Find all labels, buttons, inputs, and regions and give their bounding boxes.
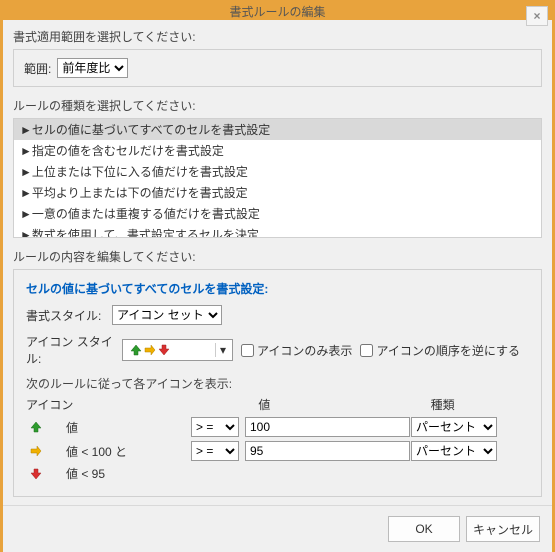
- close-icon: ×: [533, 9, 540, 23]
- ruletype-item[interactable]: ►セルの値に基づいてすべてのセルを書式設定: [14, 119, 541, 140]
- arrow-down-icon: [26, 467, 46, 481]
- scope-group: 範囲: 前年度比: [13, 49, 542, 87]
- head-icon: アイコン: [26, 396, 213, 413]
- ok-button[interactable]: OK: [388, 516, 460, 542]
- chevron-down-icon: ▾: [215, 343, 230, 357]
- dialog-footer: OK キャンセル: [3, 505, 552, 552]
- reverse-order-label: アイコンの順序を逆にする: [376, 342, 520, 359]
- range-row: 範囲: 前年度比: [24, 58, 531, 78]
- format-style-row: 書式スタイル: アイコン セット: [26, 305, 529, 325]
- ruletype-item[interactable]: ►数式を使用して、書式設定するセルを決定: [14, 224, 541, 238]
- ruletype-list[interactable]: ►セルの値に基づいてすべてのセルを書式設定 ►指定の値を含むセルだけを書式設定 …: [13, 118, 542, 238]
- content-title: セルの値に基づいてすべてのセルを書式設定:: [26, 280, 529, 297]
- icon-style-preview: [125, 343, 215, 357]
- icons-only-checkbox[interactable]: アイコンのみ表示: [241, 342, 352, 359]
- dialog-body: 書式適用範囲を選択してください: 範囲: 前年度比 ルールの種類を選択してくださ…: [3, 20, 552, 505]
- arrow-right-icon: [143, 343, 157, 357]
- arrow-up-icon: [26, 420, 46, 434]
- content-group: セルの値に基づいてすべてのセルを書式設定: 書式スタイル: アイコン セット ア…: [13, 269, 542, 497]
- icons-only-input[interactable]: [241, 344, 254, 357]
- icon-rule-row: 値 < 100 と > = パーセント: [26, 441, 529, 461]
- rule-desc: 値: [46, 419, 191, 436]
- ruletype-item[interactable]: ►指定の値を含むセルだけを書式設定: [14, 140, 541, 161]
- operator-select[interactable]: > =: [191, 417, 239, 437]
- range-label: 範囲:: [24, 60, 51, 77]
- type-select[interactable]: パーセント: [411, 441, 497, 461]
- icon-style-row: アイコン スタイル: ▾ アイコンのみ表示 アイコンの順序: [26, 333, 529, 367]
- dialog: 書式ルールの編集 × 書式適用範囲を選択してください: 範囲: 前年度比 ルール…: [3, 3, 552, 529]
- value-input[interactable]: [245, 417, 410, 437]
- rule-desc: 値 < 95: [46, 465, 191, 482]
- scope-label: 書式適用範囲を選択してください:: [13, 28, 542, 45]
- icons-only-label: アイコンのみ表示: [257, 342, 352, 359]
- rules-desc-label: 次のルールに従って各アイコンを表示:: [26, 375, 529, 392]
- head-value: 値: [258, 396, 430, 413]
- icon-style-label: アイコン スタイル:: [26, 333, 122, 367]
- reverse-order-input[interactable]: [360, 344, 373, 357]
- arrow-right-icon: [26, 444, 46, 458]
- arrow-down-icon: [157, 343, 171, 357]
- icon-style-select[interactable]: ▾: [122, 339, 233, 361]
- cancel-button[interactable]: キャンセル: [466, 516, 540, 542]
- ruletype-label: ルールの種類を選択してください:: [13, 97, 542, 114]
- operator-select[interactable]: > =: [191, 441, 239, 461]
- icon-rule-row: 値 < 95: [26, 465, 529, 482]
- icon-table-header: アイコン 値 種類: [26, 396, 529, 413]
- dialog-title: 書式ルールの編集: [229, 3, 325, 20]
- rule-desc: 値 < 100 と: [46, 443, 191, 460]
- reverse-order-checkbox[interactable]: アイコンの順序を逆にする: [360, 342, 520, 359]
- ruletype-item[interactable]: ►平均より上または下の値だけを書式設定: [14, 182, 541, 203]
- close-button[interactable]: ×: [526, 6, 548, 26]
- ruletype-item[interactable]: ►上位または下位に入る値だけを書式設定: [14, 161, 541, 182]
- titlebar: 書式ルールの編集 ×: [3, 3, 552, 20]
- arrow-up-icon: [129, 343, 143, 357]
- range-select[interactable]: 前年度比: [57, 58, 128, 78]
- head-type: 種類: [431, 396, 529, 413]
- icon-rule-row: 値 > = パーセント: [26, 417, 529, 437]
- format-style-label: 書式スタイル:: [26, 307, 112, 324]
- value-input[interactable]: [245, 441, 410, 461]
- ruletype-item[interactable]: ►一意の値または重複する値だけを書式設定: [14, 203, 541, 224]
- content-label: ルールの内容を編集してください:: [13, 248, 542, 265]
- type-select[interactable]: パーセント: [411, 417, 497, 437]
- format-style-select[interactable]: アイコン セット: [112, 305, 222, 325]
